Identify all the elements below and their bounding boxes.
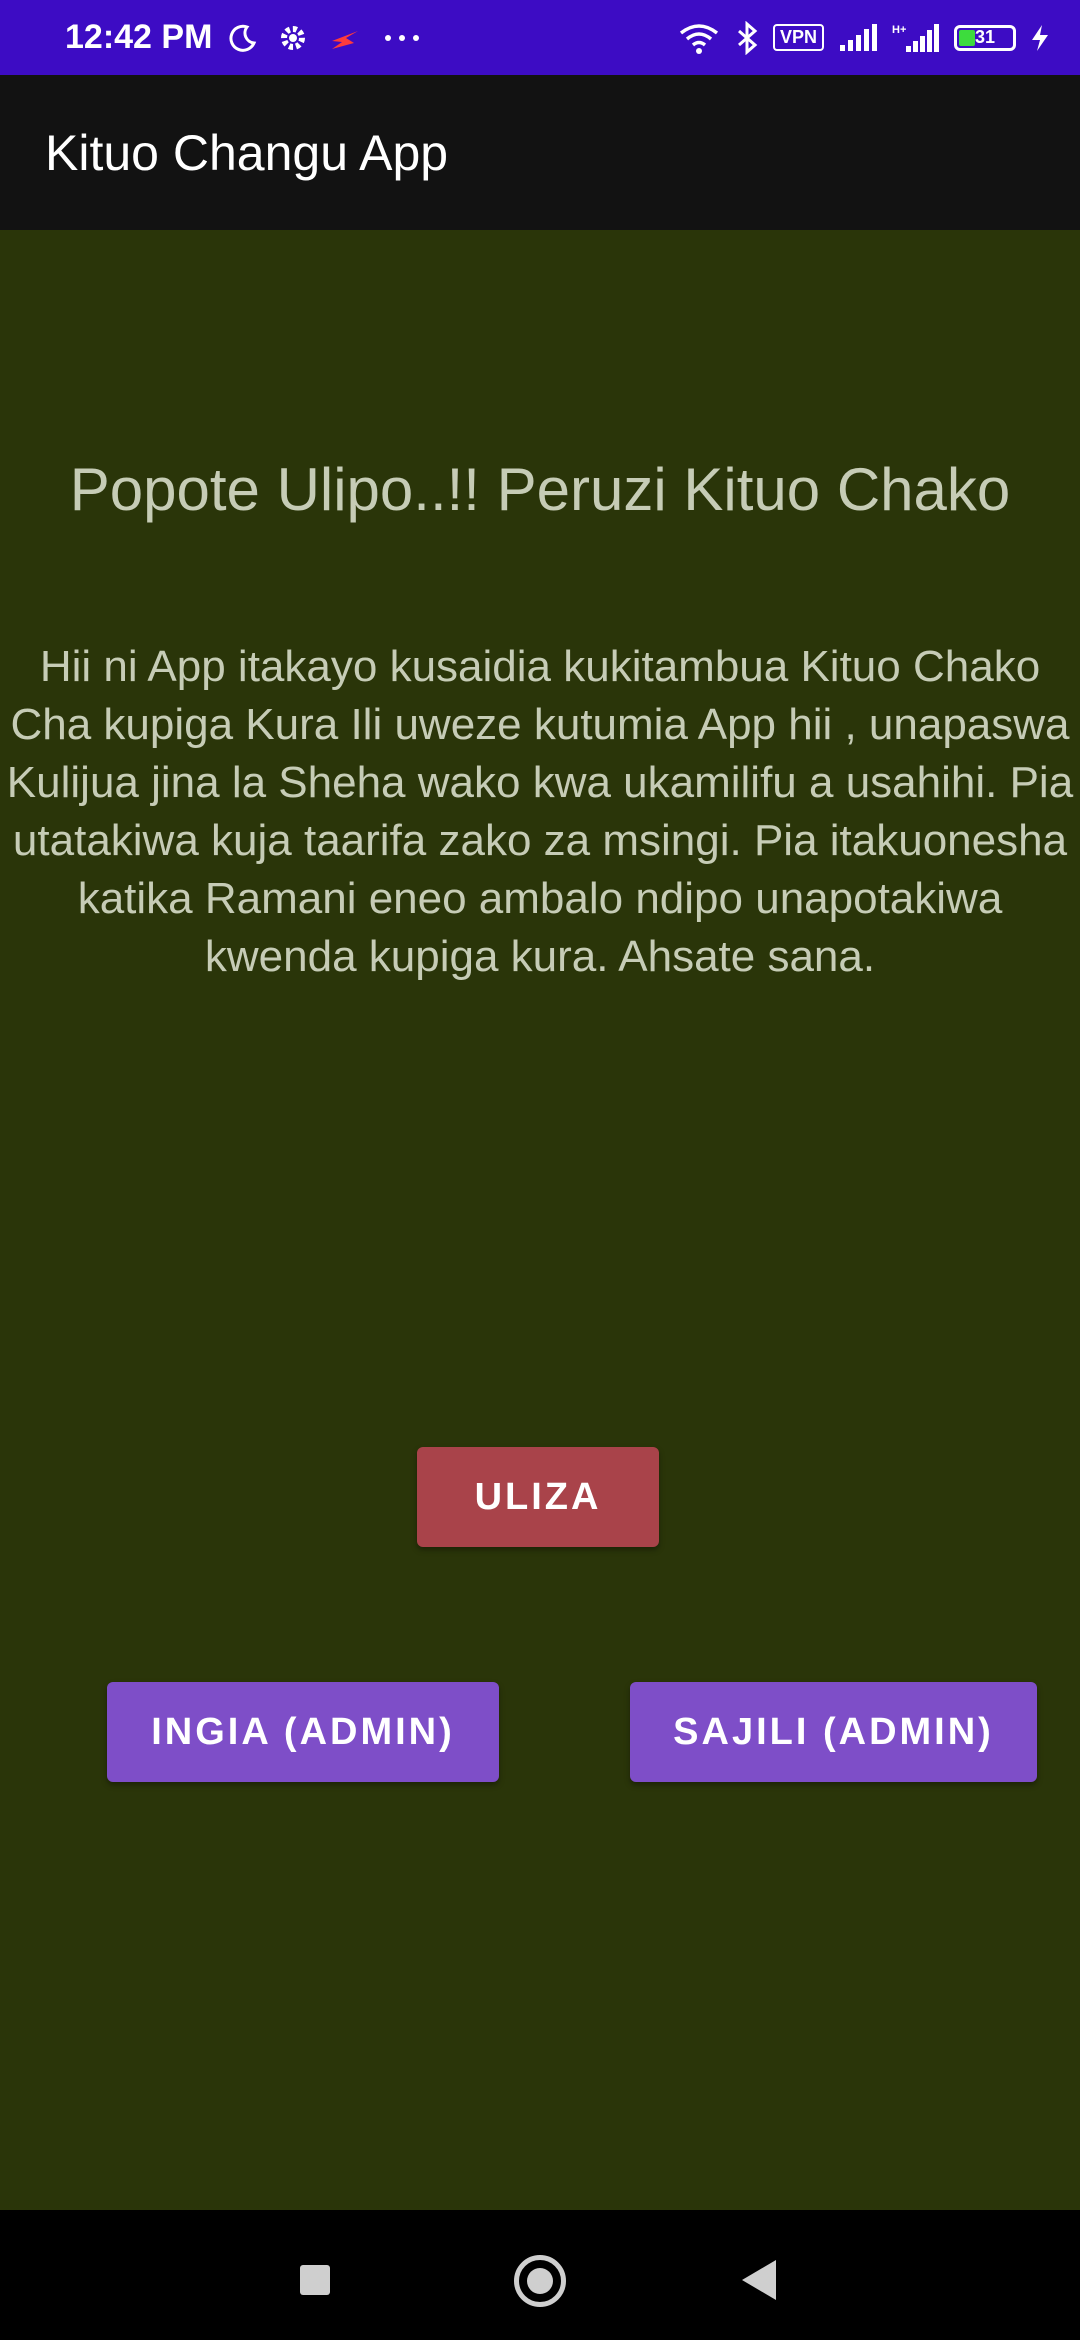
signal-hplus-icon: H+: [892, 23, 939, 52]
home-icon[interactable]: [514, 2255, 566, 2307]
status-right-icons: VPN H+ 31: [677, 20, 1050, 55]
back-icon[interactable]: [742, 2260, 776, 2300]
moon-icon: [229, 24, 257, 52]
app-description: Hii ni App itakayo kusaidia kukitambua K…: [6, 642, 1074, 981]
bluetooth-icon: [737, 20, 758, 55]
main-content: Popote Ulipo..!! Peruzi Kituo Chako Hii …: [0, 230, 1080, 2210]
navigation-bar: [0, 2210, 1080, 2340]
svg-text:H+: H+: [892, 24, 906, 36]
battery-icon: 31: [954, 24, 1016, 51]
recents-icon[interactable]: [300, 2265, 330, 2295]
page-headline: Popote Ulipo..!! Peruzi Kituo Chako: [69, 456, 1011, 523]
status-bar: 12:42 PM VPN H+ 31: [0, 0, 1080, 75]
gear-icon: [281, 25, 306, 50]
more-dots-icon: [385, 34, 420, 41]
charging-icon: [1032, 24, 1048, 51]
sajili-admin-button[interactable]: SAJILI (ADMIN): [630, 1682, 1037, 1782]
status-time: 12:42 PM: [65, 18, 213, 56]
signal-icon: [840, 23, 877, 51]
ingia-admin-button[interactable]: INGIA (ADMIN): [107, 1682, 499, 1782]
app-title: Kituo Changu App: [45, 124, 449, 181]
wifi-icon: [679, 23, 719, 54]
vpn-icon: VPN: [772, 24, 824, 51]
uliza-button[interactable]: ULIZA: [417, 1447, 659, 1547]
status-left-icons: [228, 23, 422, 53]
app-bar: Kituo Changu App: [0, 75, 1080, 230]
flash-icon: [332, 30, 359, 49]
battery-level: 31: [974, 27, 996, 47]
